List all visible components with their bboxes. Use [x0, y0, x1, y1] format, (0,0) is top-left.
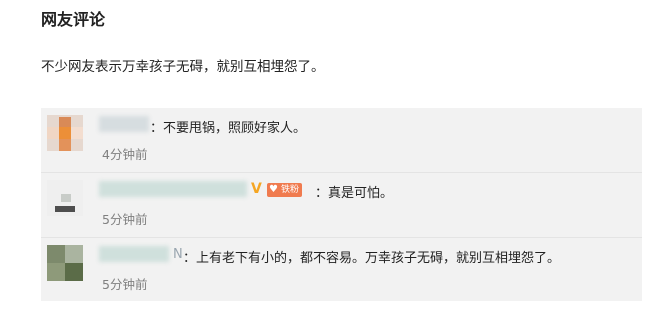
username-blurred[interactable] [99, 181, 247, 197]
article-page: 网友评论 不少网友表示万幸孩子无碍，就别互相埋怨了。 ：不要甩锅，照顾好家人。 … [0, 0, 657, 310]
section-title: 网友评论 [41, 10, 106, 29]
comment-item: ：不要甩锅，照顾好家人。 4分钟前 [41, 108, 642, 172]
intro-text: 不少网友表示万幸孩子无碍，就别互相埋怨了。 [41, 59, 325, 75]
fan-badge-label: 铁粉 [281, 185, 300, 195]
comment-item: N ：上有老下有小的，都不容易。万幸孩子无碍，就别互相埋怨了。 5分钟前 [41, 237, 642, 301]
comment-text: ：不要甩锅，照顾好家人。 [150, 121, 307, 136]
comment-item: V ♥ 铁粉 ：真是可怕。 5分钟前 [41, 172, 642, 237]
comment-time: 5分钟前 [102, 212, 148, 227]
comment-time: 4分钟前 [102, 147, 148, 162]
fan-heart-icon: ♥ [269, 184, 278, 195]
vip-icon: V [251, 181, 262, 197]
comment-list: ：不要甩锅，照顾好家人。 4分钟前 V ♥ 铁粉 ：真是可怕。 5分钟前 N ：… [41, 108, 642, 301]
comment-text: ：上有老下有小的，都不容易。万幸孩子无碍，就别互相埋怨了。 [183, 251, 561, 266]
user-avatar[interactable] [47, 180, 83, 216]
user-avatar[interactable] [47, 115, 83, 151]
comment-text: ：真是可怕。 [315, 186, 394, 201]
username-blurred[interactable] [99, 116, 149, 132]
comment-time: 5分钟前 [102, 277, 148, 292]
username-visible-suffix[interactable]: N [173, 247, 183, 262]
user-avatar[interactable] [47, 245, 83, 281]
username-blurred[interactable] [99, 246, 169, 262]
fan-badge: ♥ 铁粉 [267, 183, 303, 197]
